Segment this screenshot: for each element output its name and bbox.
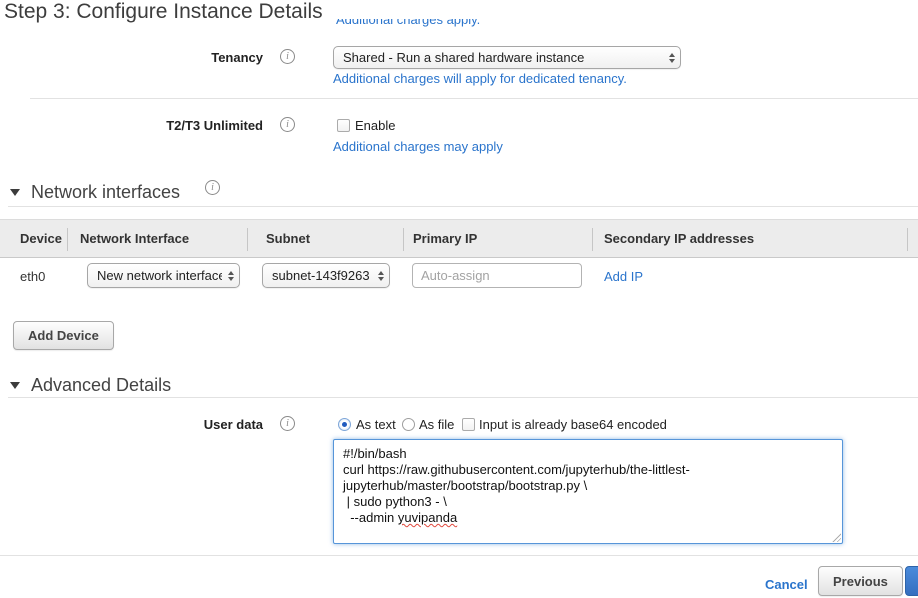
resize-handle[interactable] [831,532,841,542]
next-button[interactable] [905,566,918,596]
tenancy-info-icon[interactable]: i [280,49,295,64]
column-separator [592,228,593,251]
column-separator [67,228,68,251]
divider [8,206,918,207]
divider [30,98,918,99]
column-subnet: Subnet [266,231,310,246]
as-text-radio[interactable] [338,418,351,431]
column-separator [247,228,248,251]
tenancy-select[interactable]: Shared - Run a shared hardware instance [333,46,681,69]
user-data-line: --admin yuvipanda [343,510,833,526]
as-file-label: As file [419,417,454,432]
as-text-label: As text [356,417,396,432]
tenancy-select-value: Shared - Run a shared hardware instance [343,50,663,65]
cancel-button[interactable]: Cancel [765,577,808,592]
as-file-radio[interactable] [402,418,415,431]
t2t3-info-icon[interactable]: i [280,117,295,132]
user-data-line: curl https://raw.githubusercontent.com/j… [343,462,833,478]
subnet-select[interactable]: subnet-143f9263 [262,263,390,288]
column-network-interface: Network Interface [80,231,189,246]
previous-button[interactable]: Previous [818,566,903,596]
network-interfaces-section-title[interactable]: Network interfaces [31,182,180,203]
network-interfaces-table-header: Device Network Interface Subnet Primary … [0,219,918,258]
page-title: Step 3: Configure Instance Details [4,0,323,24]
t2t3-unlimited-label: T2/T3 Unlimited [100,118,263,133]
column-primary-ip: Primary IP [413,231,477,246]
primary-ip-input[interactable] [412,263,582,288]
network-interface-select[interactable]: New network interface [87,263,240,288]
t2t3-enable-label: Enable [355,118,395,133]
user-data-line: | sudo python3 - \ [343,494,833,510]
user-data-line: jupyterhub/master/bootstrap/bootstrap.py… [343,478,833,494]
user-data-textarea[interactable]: #!/bin/bash curl https://raw.githubuserc… [333,439,843,544]
network-interfaces-collapse-icon[interactable] [10,189,20,196]
page-header: Step 3: Configure Instance Details [0,0,918,19]
base64-label: Input is already base64 encoded [479,417,667,432]
base64-checkbox[interactable] [462,418,475,431]
column-separator [907,228,908,251]
network-interfaces-info-icon[interactable]: i [205,180,220,195]
t2t3-enable-checkbox[interactable] [337,119,350,132]
column-secondary-ip: Secondary IP addresses [604,231,754,246]
t2t3-charges-link[interactable]: Additional charges may apply [333,139,503,154]
column-separator [403,228,404,251]
select-arrows-icon [378,271,384,281]
subnet-select-value: subnet-143f9263 [272,268,372,283]
user-data-label: User data [100,417,263,432]
tenancy-charges-link[interactable]: Additional charges will apply for dedica… [333,71,627,86]
select-arrows-icon [669,53,675,63]
network-interface-select-value: New network interface [97,268,222,283]
column-device: Device [20,231,62,246]
user-data-info-icon[interactable]: i [280,416,295,431]
configure-instance-page: Additional charges apply. Step 3: Config… [0,0,918,598]
advanced-details-collapse-icon[interactable] [10,382,20,389]
device-name: eth0 [20,269,45,284]
misspelled-word: yuvipanda [398,510,457,525]
divider [8,397,918,398]
select-arrows-icon [228,271,234,281]
add-ip-link[interactable]: Add IP [604,269,643,284]
add-device-button[interactable]: Add Device [13,321,114,350]
advanced-details-section-title[interactable]: Advanced Details [31,375,171,396]
user-data-line: #!/bin/bash [343,446,833,462]
footer-divider [0,555,918,556]
tenancy-label: Tenancy [100,50,263,65]
